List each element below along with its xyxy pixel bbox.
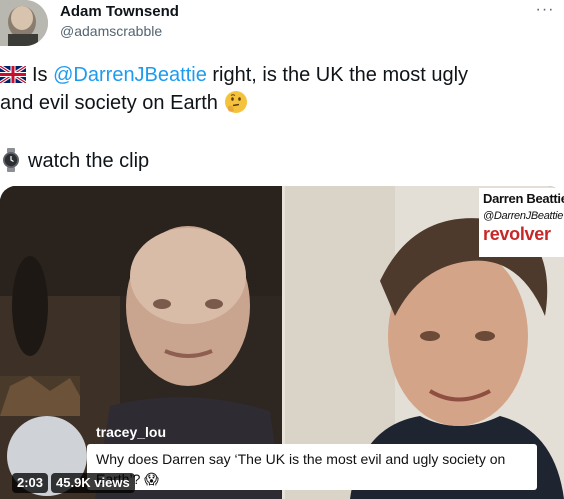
brand-handle: @DarrenJBeattie <box>483 210 564 222</box>
video-views-badge: 45.9K views <box>51 473 135 493</box>
mention-link[interactable]: @DarrenJBeattie <box>53 64 207 86</box>
tweet-text-line3: watch the clip <box>28 150 150 172</box>
tweet-text-part1: Is <box>32 64 54 86</box>
more-icon[interactable]: ··· <box>532 0 558 22</box>
video-duration-badge: 2:03 <box>12 473 49 493</box>
tweet-line-1: Is @DarrenJBeattie right, is the UK the … <box>0 61 560 89</box>
video-brand-overlay: Darren Beattie @DarrenJBeattie revolver <box>479 188 564 257</box>
tweet-text: Is @DarrenJBeattie right, is the UK the … <box>0 61 560 117</box>
thinking-face-icon <box>224 90 248 114</box>
brand-name: Darren Beattie <box>483 191 564 206</box>
author-name[interactable]: Adam Townsend <box>60 3 179 20</box>
uk-flag-icon <box>0 63 27 85</box>
avatar[interactable] <box>0 0 48 46</box>
comment-username: tracey_lou <box>96 424 167 440</box>
tweet-line-2: and evil society on Earth <box>0 89 560 117</box>
author-handle[interactable]: @adamscrabble <box>60 23 162 39</box>
comment-text: Why does Darren say ‘The UK is the most … <box>96 451 506 487</box>
watch-icon <box>0 148 22 172</box>
brand-logo: revolver <box>483 224 551 244</box>
tweet-text-line2: and evil society on Earth <box>0 92 218 114</box>
tweet-header: Adam Townsend @adamscrabble ··· <box>0 0 564 50</box>
tweet-line-3: watch the clip <box>0 148 149 173</box>
tweet-text-part2: right, is the UK the most ugly <box>206 64 469 86</box>
